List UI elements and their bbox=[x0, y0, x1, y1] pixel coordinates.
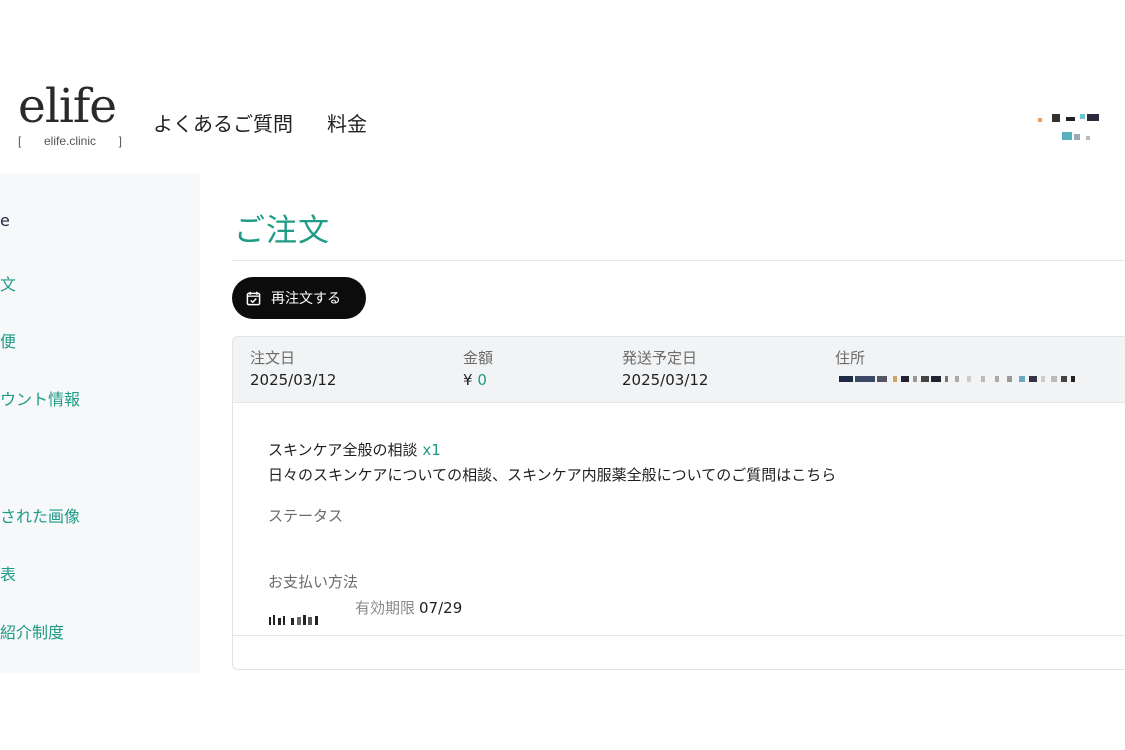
top-nav: よくあるご質問 料金 bbox=[153, 108, 367, 137]
amount-currency: ¥ bbox=[463, 371, 473, 389]
sidebar-item-referral[interactable]: 紹介制度 bbox=[0, 619, 64, 643]
amount-column: 金額 ¥ 0 bbox=[463, 348, 493, 392]
bracket-close: ] bbox=[118, 134, 122, 148]
card-divider bbox=[233, 635, 1125, 636]
reorder-button[interactable]: 再注文する bbox=[232, 277, 366, 319]
item-name-text: スキンケア全般の相談 bbox=[268, 441, 418, 459]
item-description: 日々のスキンケアについての相談、スキンケア内服薬全般についてのご質問はこちら bbox=[268, 466, 837, 484]
logo-domain: [ elife.clinic ] bbox=[18, 134, 122, 148]
amount-label: 金額 bbox=[463, 349, 494, 367]
sidebar-item-table[interactable]: 表 bbox=[0, 561, 16, 585]
sidebar-item-home[interactable]: e bbox=[0, 211, 10, 230]
reorder-button-label: 再注文する bbox=[271, 291, 341, 307]
sidebar-item-account[interactable]: ウント情報 bbox=[0, 386, 80, 410]
amount-number: 0 bbox=[477, 371, 487, 389]
title-divider bbox=[232, 260, 1125, 261]
redacted-user-menu[interactable] bbox=[1038, 112, 1118, 146]
nav-faq[interactable]: よくあるご質問 bbox=[153, 108, 293, 137]
sidebar-item-images[interactable]: された画像 bbox=[0, 503, 80, 527]
ship-date-label: 発送予定日 bbox=[622, 349, 698, 367]
item-name: スキンケア全般の相談 x1 bbox=[268, 439, 441, 460]
item-quantity: x1 bbox=[422, 441, 441, 459]
expiry-value: 07/29 bbox=[419, 599, 463, 617]
sidebar: e 文 便 ウント情報 された画像 表 紹介制度 bbox=[0, 173, 200, 673]
bracket-open: [ bbox=[18, 134, 22, 148]
ship-date-value: 2025/03/12 bbox=[622, 371, 709, 389]
nav-pricing[interactable]: 料金 bbox=[327, 108, 367, 137]
logo-wordmark: elife bbox=[18, 79, 117, 134]
logo[interactable]: elife [ elife.clinic ] bbox=[18, 79, 133, 149]
page-title: ご注文 bbox=[234, 213, 330, 249]
redacted-address bbox=[835, 376, 1125, 386]
order-date-column: 注文日 2025/03/12 bbox=[250, 348, 336, 392]
redacted-card-name bbox=[269, 615, 339, 627]
order-summary-header: 注文日 2025/03/12 金額 ¥ 0 発送予定日 2025/03/12 住… bbox=[233, 337, 1125, 403]
ship-date-column: 発送予定日 2025/03/12 bbox=[622, 348, 708, 392]
order-card: 注文日 2025/03/12 金額 ¥ 0 発送予定日 2025/03/12 住… bbox=[232, 336, 1125, 670]
address-column: 住所 bbox=[835, 348, 1125, 386]
order-date-label: 注文日 bbox=[250, 349, 296, 367]
card-expiry: 有効期限 07/29 bbox=[355, 597, 462, 618]
payment-method-label: お支払い方法 bbox=[268, 573, 359, 591]
expiry-label: 有効期限 bbox=[355, 599, 416, 617]
calendar-check-icon bbox=[246, 291, 261, 305]
amount-value: ¥ 0 bbox=[463, 368, 493, 392]
sidebar-item-orders[interactable]: 文 bbox=[0, 271, 16, 295]
status-label: ステータス bbox=[268, 507, 344, 525]
logo-domain-text: elife.clinic bbox=[43, 134, 97, 148]
sidebar-item-delivery[interactable]: 便 bbox=[0, 328, 16, 352]
address-label: 住所 bbox=[835, 349, 866, 367]
order-date-value: 2025/03/12 bbox=[250, 371, 337, 389]
